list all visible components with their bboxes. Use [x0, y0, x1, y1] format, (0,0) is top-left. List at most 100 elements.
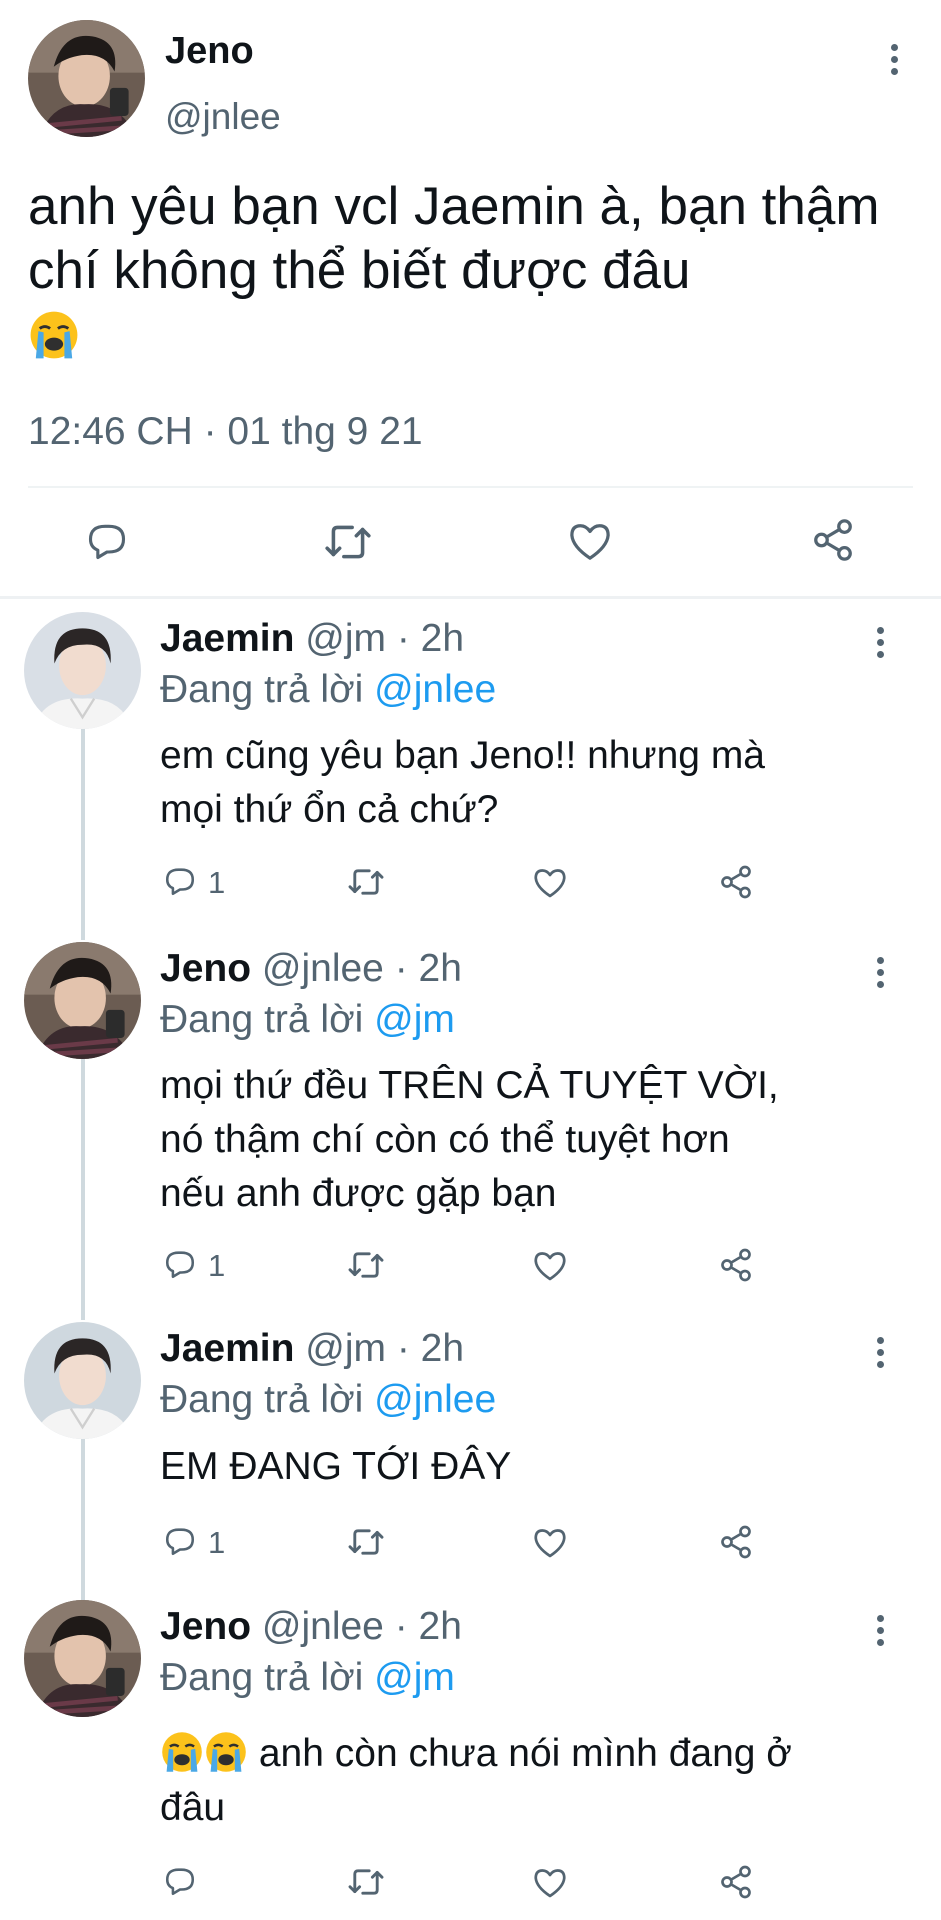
like-button[interactable] [532, 1866, 568, 1899]
thread-line [81, 1058, 85, 1320]
reply-button[interactable] [162, 864, 198, 898]
retweet-button[interactable] [346, 1526, 386, 1558]
share-button[interactable] [718, 1864, 754, 1900]
main-tweet-body: anh yêu bạn vcl Jaemin à, bạn thậm chí k… [28, 177, 880, 300]
retweet-icon [348, 1869, 384, 1895]
reply-icon [165, 1251, 195, 1279]
reply-icon [88, 524, 126, 560]
avatar-jaemin-icon [24, 612, 141, 729]
reply-icon [165, 1868, 195, 1896]
reply-avatar[interactable] [24, 1322, 141, 1439]
replying-to-mention[interactable]: @jm [374, 1656, 455, 1699]
retweet-icon [325, 525, 371, 559]
main-reply-button[interactable] [84, 519, 130, 563]
reply-more-options-icon[interactable] [874, 1615, 886, 1651]
reply-text-line: EM ĐANG TỚI ĐÂY [160, 1445, 512, 1488]
reply-count: 1 [208, 1525, 226, 1560]
reply-meta: @jnlee · 2h [261, 947, 462, 990]
replying-to-label: Đang trả lời [160, 1378, 364, 1421]
reply-meta: @jnlee · 2h [261, 1605, 462, 1648]
reply-more-options-icon[interactable] [874, 957, 886, 993]
avatar-jeno-icon [28, 20, 145, 137]
replying-to-mention[interactable]: @jnlee [374, 668, 496, 711]
like-icon [534, 1252, 566, 1281]
reply-count: 1 [208, 865, 226, 900]
section-divider [0, 596, 941, 599]
reply-text-line: đâu [160, 1786, 226, 1829]
main-tweet-text: anh yêu bạn vcl Jaemin à, bạn thậm chí k… [28, 175, 918, 368]
reply-author-name[interactable]: Jeno [160, 947, 251, 990]
reply-text: em cũng yêu bạn Jeno!! nhưng mà mọi thứ … [160, 729, 900, 837]
replying-to-mention[interactable]: @jm [374, 998, 455, 1041]
replying-to: Đang trả lời @jnlee [160, 1378, 496, 1422]
replying-to: Đang trả lời @jm [160, 998, 455, 1042]
main-author-handle[interactable]: @jnlee [165, 96, 281, 138]
reply-header: Jaemin @jm · 2h [160, 1327, 464, 1371]
retweet-icon [348, 1529, 384, 1555]
reply-header: Jeno @jnlee · 2h [160, 947, 462, 991]
reply-button[interactable] [162, 1524, 198, 1558]
reply-text-line-1: anh còn chưa nói mình đang ở [160, 1727, 900, 1781]
loudly-crying-face-icon [162, 1732, 202, 1772]
reply-meta: @jm · 2h [305, 1327, 465, 1370]
main-more-options-icon[interactable] [888, 44, 900, 80]
like-icon [534, 1529, 566, 1558]
thread-line [81, 1438, 85, 1600]
main-like-button[interactable] [567, 520, 613, 562]
reply-author-name[interactable]: Jaemin [160, 617, 294, 660]
reply-header: Jeno @jnlee · 2h [160, 1605, 462, 1649]
replying-to-label: Đang trả lời [160, 1656, 364, 1699]
share-button[interactable] [718, 1247, 754, 1283]
like-icon [570, 524, 610, 560]
reply-text-line: em cũng yêu bạn Jeno!! nhưng mà [160, 734, 765, 777]
avatar-jaemin-icon [24, 1322, 141, 1439]
reply-button[interactable] [162, 1864, 198, 1898]
like-button[interactable] [532, 1526, 568, 1559]
reply-text-line: nếu anh được gặp bạn [160, 1172, 557, 1215]
retweet-button[interactable] [346, 1249, 386, 1281]
thread-line [81, 728, 85, 940]
reply-icon [165, 868, 195, 896]
like-icon [534, 1869, 566, 1898]
reply-text: mọi thứ đều TRÊN CẢ TUYỆT VỜI, nó thậm c… [160, 1059, 900, 1221]
like-icon [534, 869, 566, 898]
reply-text-line: anh còn chưa nói mình đang ở [258, 1732, 792, 1775]
retweet-button[interactable] [346, 1866, 386, 1898]
share-icon [814, 519, 852, 561]
reply-text: EM ĐANG TỚI ĐÂY [160, 1440, 900, 1494]
share-icon [721, 1525, 751, 1559]
reply-header: Jaemin @jm · 2h [160, 617, 464, 661]
retweet-button[interactable] [346, 866, 386, 898]
reply-more-options-icon[interactable] [874, 627, 886, 663]
reply-icon [165, 1528, 195, 1556]
reply-text-line: mọi thứ ổn cả chứ? [160, 788, 499, 831]
reply-author-name[interactable]: Jaemin [160, 1327, 294, 1370]
reply-avatar[interactable] [24, 1600, 141, 1717]
main-author-name[interactable]: Jeno [165, 30, 254, 73]
reply-avatar[interactable] [24, 942, 141, 1059]
main-retweet-button[interactable] [323, 521, 373, 563]
share-icon [721, 1248, 751, 1282]
reply-text-line: mọi thứ đều TRÊN CẢ TUYỆT VỜI, [160, 1064, 779, 1107]
replying-to: Đang trả lời @jnlee [160, 668, 496, 712]
reply-text-line: nó thậm chí còn có thể tuyệt hơn [160, 1118, 730, 1161]
retweet-icon [348, 1252, 384, 1278]
reply-more-options-icon[interactable] [874, 1337, 886, 1373]
reply-button[interactable] [162, 1247, 198, 1281]
replying-to-mention[interactable]: @jnlee [374, 1378, 496, 1421]
like-button[interactable] [532, 1249, 568, 1282]
like-button[interactable] [532, 866, 568, 899]
reply-author-name[interactable]: Jeno [160, 1605, 251, 1648]
main-share-button[interactable] [810, 517, 856, 563]
share-icon [721, 1865, 751, 1899]
avatar-jeno-icon [24, 1600, 141, 1717]
share-icon [721, 865, 751, 899]
reply-text: anh còn chưa nói mình đang ở đâu [160, 1727, 900, 1835]
reply-avatar[interactable] [24, 612, 141, 729]
replying-to-label: Đang trả lời [160, 668, 364, 711]
share-button[interactable] [718, 864, 754, 900]
main-timestamp[interactable]: 12:46 CH · 01 thg 9 21 [28, 410, 423, 454]
reply-meta: @jm · 2h [305, 617, 465, 660]
share-button[interactable] [718, 1524, 754, 1560]
main-avatar[interactable] [28, 20, 145, 137]
